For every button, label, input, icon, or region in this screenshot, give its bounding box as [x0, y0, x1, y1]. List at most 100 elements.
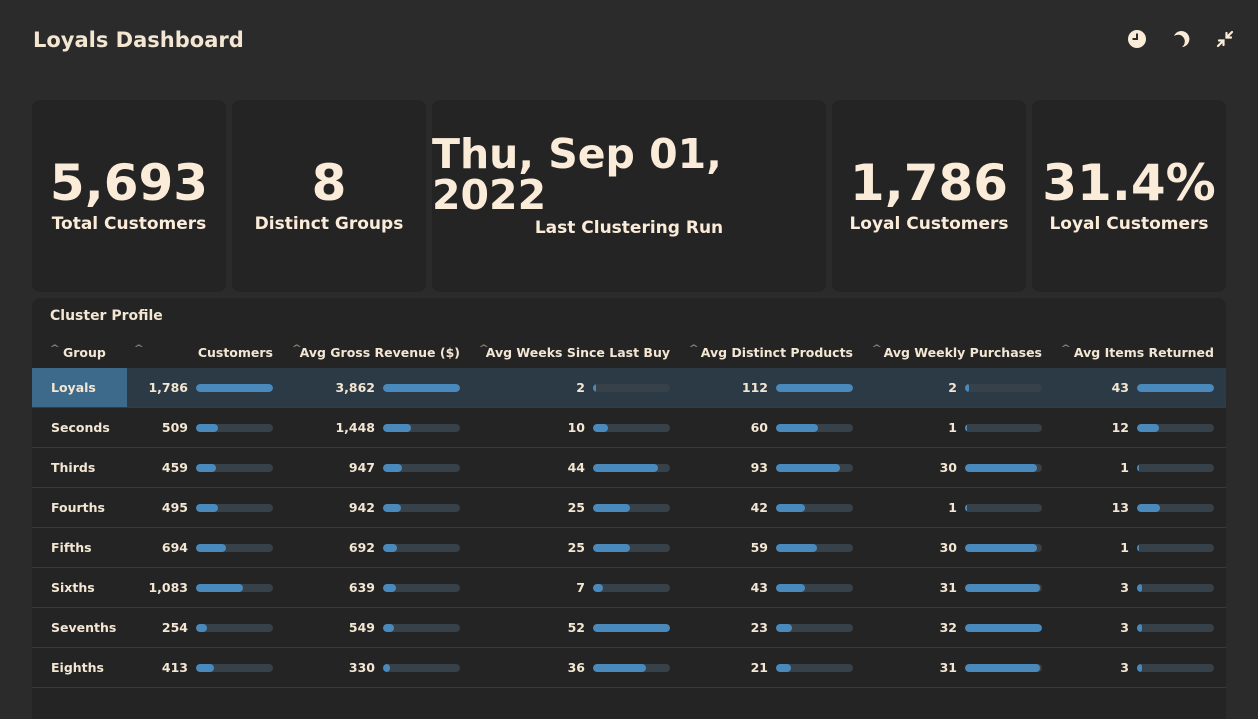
metric-value: 947 [348, 460, 375, 475]
metric-cell: 3 [1054, 567, 1226, 608]
group-cell[interactable]: Sevenths [32, 607, 127, 648]
metric-value: 31 [939, 660, 957, 675]
bar-track [196, 543, 273, 552]
metric-cell: 694 [127, 527, 285, 568]
kpi-value: 1,786 [849, 154, 1009, 212]
metric-value: 694 [161, 540, 188, 555]
bar-track [776, 383, 853, 392]
bar-fill [776, 543, 817, 552]
bar-track [383, 663, 460, 672]
table-row[interactable]: Seconds 509 1,448 10 60 1 12 [32, 407, 1226, 448]
metric-value: 549 [348, 620, 375, 635]
metric-value: 44 [567, 460, 585, 475]
metric-value: 42 [750, 500, 768, 515]
group-cell[interactable]: Fifths [32, 527, 127, 568]
bar-track [383, 383, 460, 392]
kpi-loyal-customers: 1,786 Loyal Customers [832, 100, 1026, 292]
metric-cell: 31 [865, 647, 1054, 688]
bar-track [593, 463, 670, 472]
metric-value: 12 [1111, 420, 1129, 435]
bar-track [383, 463, 460, 472]
metric-cell: 1,083 [127, 567, 285, 608]
collapse-icon[interactable] [1214, 28, 1236, 50]
bar-track [593, 623, 670, 632]
moon-icon[interactable] [1170, 28, 1192, 50]
group-cell[interactable]: Loyals [32, 368, 127, 408]
column-header-avg-distinct-products[interactable]: ^ Avg Distinct Products [682, 336, 865, 368]
metric-value: 254 [161, 620, 188, 635]
table-row[interactable]: Sevenths 254 549 52 23 32 3 [32, 607, 1226, 648]
table-row[interactable]: Thirds 459 947 44 93 30 1 [32, 447, 1226, 488]
group-cell[interactable]: Fourths [32, 487, 127, 528]
bar-fill [1137, 463, 1140, 472]
sort-caret-icon[interactable]: ^ [291, 344, 302, 354]
bar-fill [196, 623, 207, 632]
kpi-label: Distinct Groups [254, 214, 404, 234]
bar-fill [1137, 503, 1161, 512]
metric-cell: 52 [472, 607, 682, 648]
bar-track [383, 423, 460, 432]
metric-value: 1 [948, 500, 957, 515]
bar-fill [383, 663, 390, 672]
bar-track [776, 663, 853, 672]
bar-fill [776, 503, 806, 512]
bar-fill [776, 623, 793, 632]
metric-value: 10 [567, 420, 585, 435]
metric-cell: 2 [472, 368, 682, 408]
metric-cell: 1 [865, 487, 1054, 528]
metric-cell: 509 [127, 407, 285, 448]
metric-value: 60 [750, 420, 768, 435]
sort-caret-icon[interactable]: ^ [133, 344, 144, 354]
bar-track [1137, 543, 1214, 552]
bar-fill [965, 423, 968, 432]
column-header-group[interactable]: ^ Group [32, 336, 127, 368]
clock-icon[interactable] [1126, 28, 1148, 50]
bar-track [965, 463, 1042, 472]
table-row[interactable]: Fifths 694 692 25 59 30 1 [32, 527, 1226, 568]
column-header-avg-weekly-purchases[interactable]: ^ Avg Weekly Purchases [865, 336, 1054, 368]
bar-track [1137, 663, 1214, 672]
column-header-customers[interactable]: ^ Customers [127, 336, 285, 368]
group-cell[interactable]: Seconds [32, 407, 127, 448]
bar-track [965, 543, 1042, 552]
metric-value: 1,786 [148, 380, 188, 395]
header-actions [1126, 28, 1236, 50]
kpi-total-customers: 5,693 Total Customers [32, 100, 226, 292]
sort-caret-icon[interactable]: ^ [1060, 344, 1071, 354]
metric-cell: 44 [472, 447, 682, 488]
bar-fill [383, 423, 412, 432]
metric-cell: 459 [127, 447, 285, 488]
group-cell[interactable]: Thirds [32, 447, 127, 488]
sort-caret-icon[interactable]: ^ [871, 344, 882, 354]
bar-track [196, 623, 273, 632]
kpi-value: 8 [311, 154, 347, 212]
metric-cell: 32 [865, 607, 1054, 648]
bar-fill [965, 583, 1040, 592]
metric-cell: 1 [865, 407, 1054, 448]
metric-cell: 12 [1054, 407, 1226, 448]
metric-cell: 947 [285, 447, 472, 488]
metric-value: 32 [939, 620, 957, 635]
column-header-avg-gross-revenue[interactable]: ^ Avg Gross Revenue ($) [285, 336, 472, 368]
bar-track [1137, 623, 1214, 632]
bar-track [383, 503, 460, 512]
bar-fill [383, 463, 403, 472]
column-header-avg-items-returned[interactable]: ^ Avg Items Returned [1054, 336, 1226, 368]
sort-caret-icon[interactable]: ^ [478, 344, 489, 354]
table-row[interactable]: Fourths 495 942 25 42 1 13 [32, 487, 1226, 528]
group-cell[interactable]: Sixths [32, 567, 127, 608]
metric-cell: 25 [472, 527, 682, 568]
metric-value: 1 [948, 420, 957, 435]
table-row[interactable]: Sixths 1,083 639 7 43 31 3 [32, 567, 1226, 608]
group-cell[interactable]: Eighths [32, 647, 127, 688]
metric-value: 25 [567, 500, 585, 515]
sort-caret-icon[interactable]: ^ [688, 344, 699, 354]
table-row[interactable]: Loyals 1,786 3,862 2 112 2 43 [32, 368, 1226, 408]
bar-track [965, 383, 1042, 392]
column-header-avg-weeks-since-last-buy[interactable]: ^ Avg Weeks Since Last Buy [472, 336, 682, 368]
kpi-loyal-percentage: 31.4% Loyal Customers [1032, 100, 1226, 292]
sort-caret-icon[interactable]: ^ [49, 344, 60, 354]
kpi-last-clustering-run: Thu, Sep 01, 2022 Last Clustering Run [432, 100, 826, 292]
metric-cell: 495 [127, 487, 285, 528]
table-row[interactable]: Eighths 413 330 36 21 31 3 [32, 647, 1226, 688]
